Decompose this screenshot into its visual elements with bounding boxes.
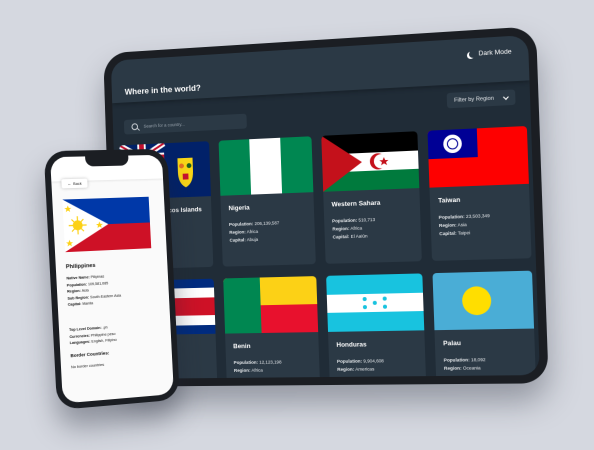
dark-mode-toggle[interactable]: Dark Mode (467, 48, 512, 58)
flag-western-sahara (321, 131, 419, 192)
flag-nigeria (219, 136, 314, 196)
phone-frame: ← Back Philippines Native Name: Pilipina… (44, 149, 180, 410)
region-filter-select[interactable]: Filter by Region (447, 89, 516, 108)
population-value: 206,139,587 (254, 220, 279, 226)
region-value: Americas (355, 366, 374, 371)
country-info: Population: 18,092 Region: Oceania (444, 356, 486, 373)
arrow-left-icon: ← (67, 182, 71, 186)
country-title: Philippines (66, 263, 96, 271)
country-info: Population: 206,139,587 Region: Africa C… (229, 219, 280, 244)
country-name: Benin (233, 343, 251, 350)
capital-value: El Aaiún (351, 233, 368, 239)
country-name: Palau (443, 340, 461, 347)
search-icon (131, 123, 138, 130)
region-value: Oceania (463, 365, 481, 370)
country-card-taiwan[interactable]: Taiwan Population: 23,503,349 Region: As… (427, 126, 531, 261)
country-name: Western Sahara (331, 200, 380, 209)
border-countries-title: Border Countries: (70, 350, 109, 358)
back-button[interactable]: ← Back (61, 179, 87, 189)
back-label: Back (73, 181, 82, 185)
dark-mode-label: Dark Mode (478, 48, 511, 57)
app-title: Where in the world? (125, 83, 201, 97)
search-input[interactable]: Search for a country... (124, 114, 247, 135)
region-value: Africa (247, 229, 258, 234)
region-value: Africa (350, 226, 362, 231)
flag-philippines (62, 197, 151, 252)
border-countries-value: No border countries (71, 363, 104, 370)
search-placeholder: Search for a country... (143, 122, 184, 129)
population-value: 18,092 (471, 357, 486, 362)
region-value: Asia (458, 222, 467, 227)
flag-palau (432, 271, 534, 331)
chevron-down-icon (503, 94, 509, 100)
country-details-secondary: Top Level Domain: .ph Currencies: Philip… (69, 324, 117, 347)
country-info: Population: 12,123,198 Region: Africa (234, 359, 282, 375)
population-value: 23,503,349 (466, 213, 490, 219)
flag-benin (223, 276, 318, 334)
phone-screen: ← Back Philippines Native Name: Pilipina… (50, 155, 174, 404)
capital-value: Taipei (458, 230, 471, 236)
country-name: Taiwan (438, 197, 460, 205)
country-name: Honduras (336, 341, 366, 348)
country-card-nigeria[interactable]: Nigeria Population: 206,139,587 Region: … (219, 136, 316, 266)
phone-device: ← Back Philippines Native Name: Pilipina… (44, 149, 180, 410)
country-card-honduras[interactable]: Honduras Population: 9,904,608 Region: A… (326, 273, 427, 378)
country-info: Population: 23,503,349 Region: Asia Capi… (439, 212, 491, 238)
country-info: Population: 510,713 Region: Africa Capit… (332, 216, 376, 242)
moon-icon (469, 50, 476, 58)
population-value: 510,713 (358, 217, 375, 223)
region-value: Africa (251, 368, 263, 373)
country-card-palau[interactable]: Palau Population: 18,092 Region: Oceania (432, 271, 536, 379)
capital-value: Abuja (247, 237, 258, 242)
flag-taiwan (427, 126, 528, 188)
country-details: Native Name: Pilipinas Population: 109,5… (66, 273, 121, 309)
population-value: 12,123,198 (259, 360, 281, 365)
country-card-benin[interactable]: Benin Population: 12,123,198 Region: Afr… (223, 276, 320, 379)
phone-notch (85, 156, 129, 167)
population-value: 9,904,608 (363, 358, 384, 363)
filter-label: Filter by Region (454, 95, 494, 103)
country-card-western-sahara[interactable]: Western Sahara Population: 510,713 Regio… (321, 131, 422, 264)
flag-honduras (326, 273, 424, 332)
country-info: Population: 9,904,608 Region: Americas (337, 357, 384, 374)
country-name: Nigeria (228, 205, 249, 213)
